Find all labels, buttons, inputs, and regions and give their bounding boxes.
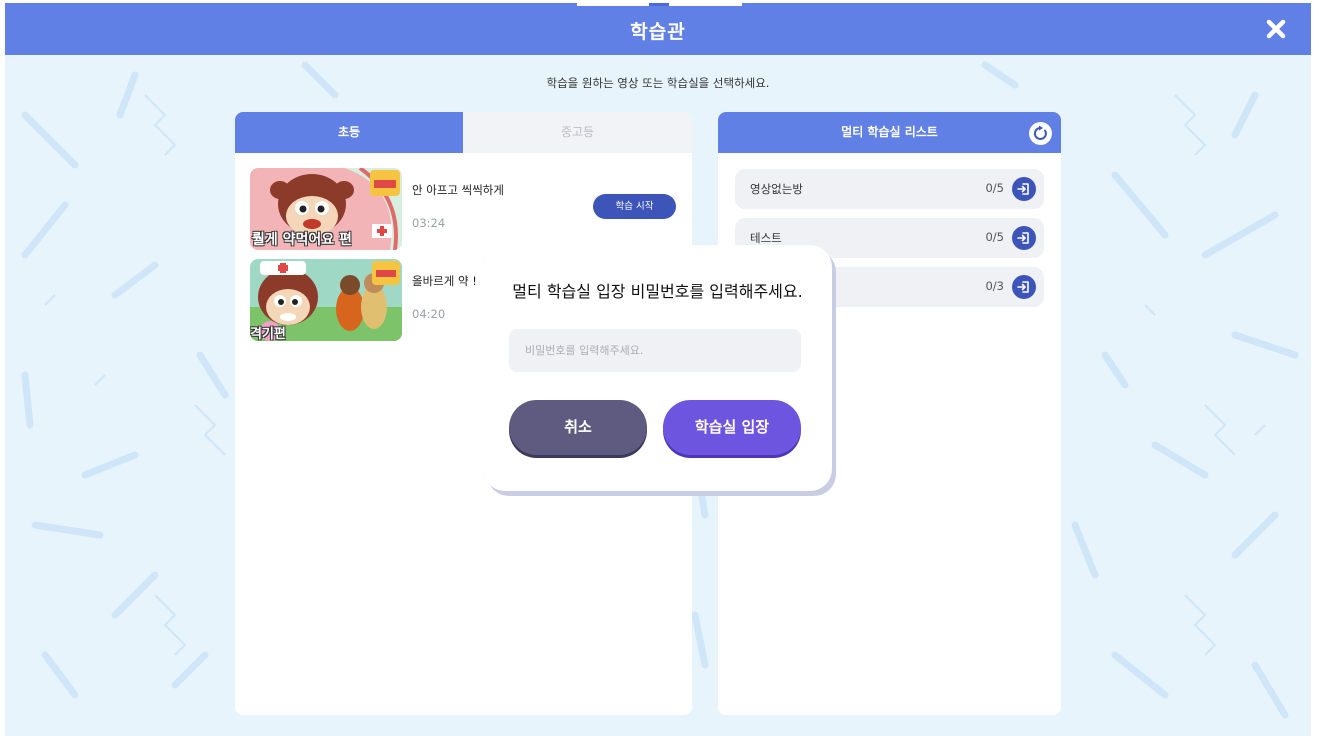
- video-thumbnail[interactable]: 격기편: [250, 259, 402, 341]
- password-field[interactable]: [509, 329, 801, 372]
- app-window: 학습관 학습을 원하는 영상 또는 학습실을 선택하세요. 초등 중고등 뤌게 …: [5, 3, 1311, 736]
- room-list-title: 멀티 학습실 리스트: [718, 112, 1061, 153]
- enter-icon[interactable]: [1012, 226, 1036, 250]
- video-title: 안 아프고 씩씩하게: [412, 183, 504, 197]
- password-dialog: 멀티 학습실 입장 비밀번호를 입력해주세요. 취소 학습실 입장: [483, 245, 832, 491]
- start-learning-button[interactable]: 학습 시작: [593, 194, 676, 219]
- page-title: 학습관: [630, 21, 686, 43]
- video-title: 올바르게 약 !: [412, 274, 477, 288]
- list-item[interactable]: 뤌게 약먹어요 편 안 아프고 씩씩하게 03:24 학습 시작: [250, 168, 680, 250]
- room-occupancy: 0/5: [985, 230, 1004, 244]
- instruction-text: 학습을 원하는 영상 또는 학습실을 선택하세요.: [546, 76, 770, 90]
- thumbnail-caption: 격기편: [250, 327, 286, 341]
- refresh-icon[interactable]: [1029, 122, 1052, 145]
- enter-icon[interactable]: [1012, 275, 1036, 299]
- room-occupancy: 0/3: [985, 279, 1004, 293]
- top-bar: 학습관: [5, 3, 1311, 55]
- cancel-button[interactable]: 취소: [509, 400, 647, 455]
- video-thumbnail[interactable]: 뤌게 약먹어요 편: [250, 168, 402, 250]
- room-item[interactable]: 영상없는방 0/5: [735, 169, 1044, 209]
- room-name: 영상없는방: [750, 182, 803, 196]
- enter-room-button[interactable]: 학습실 입장: [663, 400, 801, 455]
- thumbnail-caption: 뤌게 약먹어요 편: [252, 232, 352, 248]
- close-icon[interactable]: [1265, 18, 1287, 40]
- grade-tabs: 초등 중고등: [235, 112, 692, 153]
- tab-middle-high[interactable]: 중고등: [463, 112, 692, 153]
- video-duration: 03:24: [412, 216, 446, 230]
- room-occupancy: 0/5: [985, 181, 1004, 195]
- video-duration: 04:20: [412, 307, 446, 321]
- room-name: 테스트: [750, 231, 782, 245]
- top-notch: [577, 3, 742, 6]
- enter-icon[interactable]: [1012, 177, 1036, 201]
- tab-elementary[interactable]: 초등: [235, 112, 463, 153]
- dialog-title: 멀티 학습실 입장 비밀번호를 입력해주세요.: [512, 282, 803, 301]
